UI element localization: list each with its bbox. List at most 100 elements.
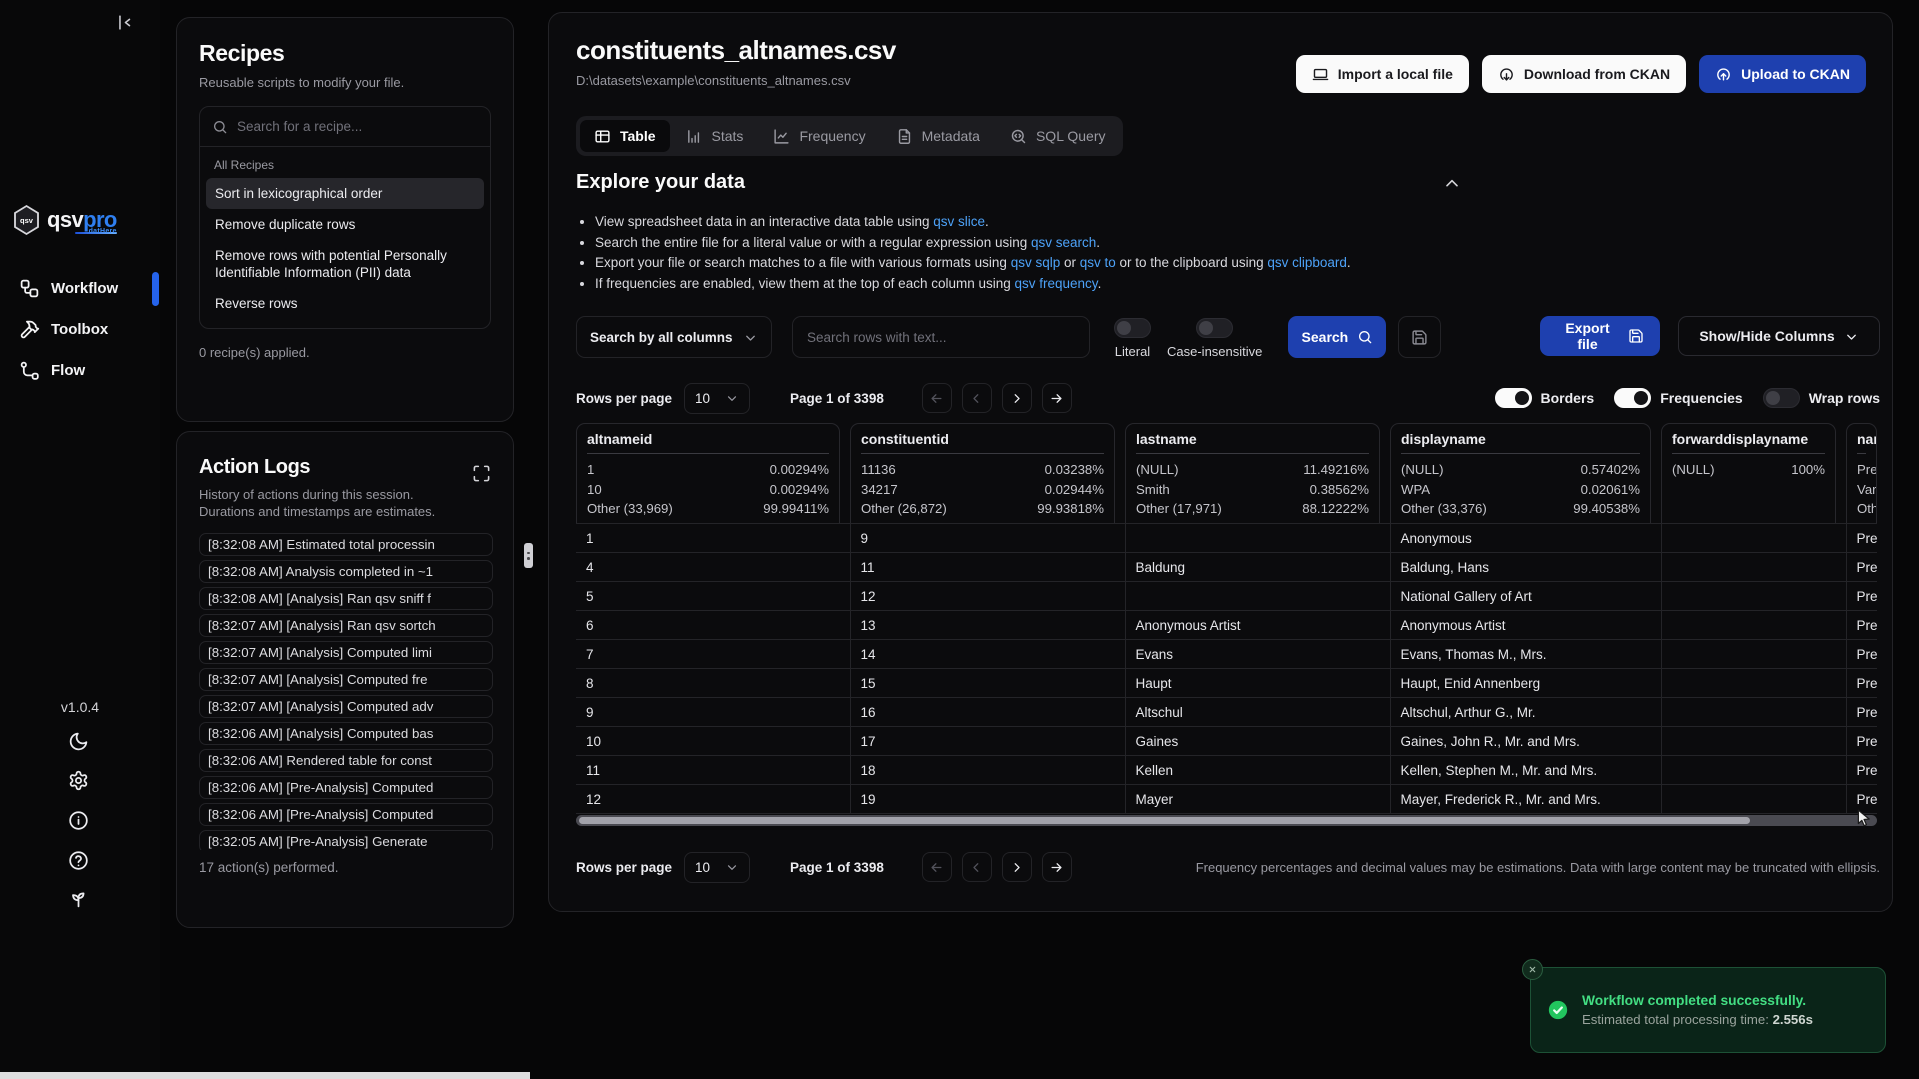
table-cell: Anonymous xyxy=(1390,524,1661,553)
expand-icon[interactable] xyxy=(472,464,491,483)
first-page-button[interactable] xyxy=(922,852,952,882)
column-box: altnameid10.00294%100.00294%Other (33,96… xyxy=(576,423,840,523)
next-page-button[interactable] xyxy=(1002,383,1032,413)
table-cell: 5 xyxy=(576,582,850,611)
qsv-link[interactable]: qsv sqlp xyxy=(1011,255,1061,270)
close-icon[interactable] xyxy=(1522,959,1543,980)
column-header[interactable]: forwarddisplayname xyxy=(1672,431,1825,454)
save-search-button[interactable] xyxy=(1398,316,1441,358)
table-row[interactable]: 613Anonymous ArtistAnonymous ArtistPre xyxy=(576,611,1877,640)
next-page-button[interactable] xyxy=(1002,852,1032,882)
search-column-select[interactable]: Search by all columns xyxy=(576,316,772,358)
last-page-button[interactable] xyxy=(1042,852,1072,882)
scrollbar-thumb[interactable] xyxy=(579,817,1750,824)
column-header[interactable]: nam xyxy=(1857,431,1866,454)
table-cell: 9 xyxy=(576,698,850,727)
table-cell: 10 xyxy=(576,727,850,756)
table-row[interactable]: 916AltschulAltschul, Arthur G., Mr.Pre xyxy=(576,698,1877,727)
toast-title: Workflow completed successfully. xyxy=(1582,993,1813,1008)
collapse-sidebar-icon[interactable] xyxy=(116,13,135,32)
tab-frequency[interactable]: Frequency xyxy=(759,120,879,152)
tab-stats[interactable]: Stats xyxy=(672,120,758,152)
recipe-item[interactable]: Remove rows with potential Personally Id… xyxy=(206,240,484,288)
recipe-item[interactable]: Sort in lexicographical order xyxy=(206,178,484,209)
case-insensitive-toggle[interactable] xyxy=(1196,318,1233,338)
sidebar-item-workflow[interactable]: Workflow xyxy=(19,274,118,302)
column-header[interactable]: altnameid xyxy=(587,431,829,454)
qsv-link[interactable]: qsv search xyxy=(1031,235,1096,250)
tab-sql-query[interactable]: SQL Query xyxy=(996,120,1120,152)
column-header[interactable]: constituentid xyxy=(861,431,1104,454)
bottom-scrollbar[interactable] xyxy=(0,1072,530,1079)
table-cell: 8 xyxy=(576,669,850,698)
column-header[interactable]: displayname xyxy=(1401,431,1640,454)
chevron-down-icon xyxy=(725,391,739,405)
borders-toggle[interactable] xyxy=(1495,388,1532,408)
page-indicator: Page 1 of 3398 xyxy=(790,391,884,406)
first-page-button[interactable] xyxy=(922,383,952,413)
panel-resize-handle[interactable] xyxy=(524,543,533,568)
rows-per-page-label: Rows per page xyxy=(576,391,672,406)
chevron-up-icon[interactable] xyxy=(1442,174,1462,194)
table-cell: 11 xyxy=(576,756,850,785)
log-entry: [8:32:08 AM] [Analysis] Ran qsv sniff f xyxy=(199,587,493,610)
sidebar-item-flow[interactable]: Flow xyxy=(19,356,118,384)
search-button[interactable]: Search xyxy=(1288,316,1386,358)
export-file-button[interactable]: Export file xyxy=(1540,316,1660,356)
help-icon[interactable] xyxy=(68,850,89,871)
dark-mode-moon-icon[interactable] xyxy=(68,731,89,752)
previous-page-button[interactable] xyxy=(962,852,992,882)
frequency-line: Var xyxy=(1857,480,1866,500)
table-row[interactable]: 815HauptHaupt, Enid AnnenbergPre xyxy=(576,669,1877,698)
horizontal-scrollbar[interactable] xyxy=(576,815,1877,826)
qsv-badge-icon: qsv xyxy=(13,205,40,235)
table-cell: 12 xyxy=(576,785,850,814)
last-page-button[interactable] xyxy=(1042,383,1072,413)
flow-icon xyxy=(19,360,40,381)
table-cell: 4 xyxy=(576,553,850,582)
search-rows-input[interactable] xyxy=(792,316,1090,358)
table-cell xyxy=(1661,553,1846,582)
show-hide-columns-button[interactable]: Show/Hide Columns xyxy=(1678,316,1880,356)
qsv-link[interactable]: qsv slice xyxy=(933,214,985,229)
table-row[interactable]: 411BaldungBaldung, HansPre xyxy=(576,553,1877,582)
chevron-right-icon xyxy=(1009,391,1024,406)
sidebar-item-toolbox[interactable]: Toolbox xyxy=(19,315,118,343)
recipe-search[interactable] xyxy=(200,107,490,147)
table-row[interactable]: 1118KellenKellen, Stephen M., Mr. and Mr… xyxy=(576,756,1877,785)
table-row[interactable]: 19AnonymousPre xyxy=(576,524,1877,553)
table-cell xyxy=(1661,669,1846,698)
arrow-right-icon xyxy=(1049,860,1064,875)
qsv-link[interactable]: qsv to xyxy=(1080,255,1116,270)
wrap-rows-toggle[interactable] xyxy=(1763,388,1800,408)
literal-toggle[interactable] xyxy=(1114,318,1151,338)
info-icon[interactable] xyxy=(68,810,89,831)
tab-metadata[interactable]: Metadata xyxy=(882,120,994,152)
previous-page-button[interactable] xyxy=(962,383,992,413)
table-row[interactable]: 1017GainesGaines, John R., Mr. and Mrs.P… xyxy=(576,727,1877,756)
table-row[interactable]: 512National Gallery of ArtPre xyxy=(576,582,1877,611)
qsv-link[interactable]: qsv frequency xyxy=(1015,276,1098,291)
table-cell: Baldung xyxy=(1125,553,1390,582)
recipe-item[interactable]: Remove duplicate rows xyxy=(206,209,484,240)
table-row[interactable]: 1219MayerMayer, Frederick R., Mr. and Mr… xyxy=(576,785,1877,814)
settings-gear-icon[interactable] xyxy=(68,770,89,791)
import-local-file-button[interactable]: Import a local file xyxy=(1296,55,1469,93)
recipe-item[interactable]: Reverse rows xyxy=(206,288,484,319)
table-row[interactable]: 714EvansEvans, Thomas M., Mrs.Pre xyxy=(576,640,1877,669)
table-cell: Pre xyxy=(1846,582,1877,611)
frequency-line: Other (33,969)99.99411% xyxy=(587,499,829,519)
sprout-icon[interactable] xyxy=(68,888,89,909)
upload-to-ckan-button[interactable]: Upload to CKAN xyxy=(1699,55,1866,93)
download-from-ckan-button[interactable]: Download from CKAN xyxy=(1482,55,1686,93)
table-cell: Pre xyxy=(1846,553,1877,582)
rows-per-page-select[interactable]: 10 xyxy=(684,852,750,883)
tab-table[interactable]: Table xyxy=(580,120,670,152)
table-cell: Gaines xyxy=(1125,727,1390,756)
frequencies-toggle[interactable] xyxy=(1614,388,1651,408)
table-cell xyxy=(1661,727,1846,756)
column-header[interactable]: lastname xyxy=(1136,431,1369,454)
recipe-search-input[interactable] xyxy=(237,119,478,134)
qsv-link[interactable]: qsv clipboard xyxy=(1267,255,1347,270)
rows-per-page-select[interactable]: 10 xyxy=(684,383,750,414)
